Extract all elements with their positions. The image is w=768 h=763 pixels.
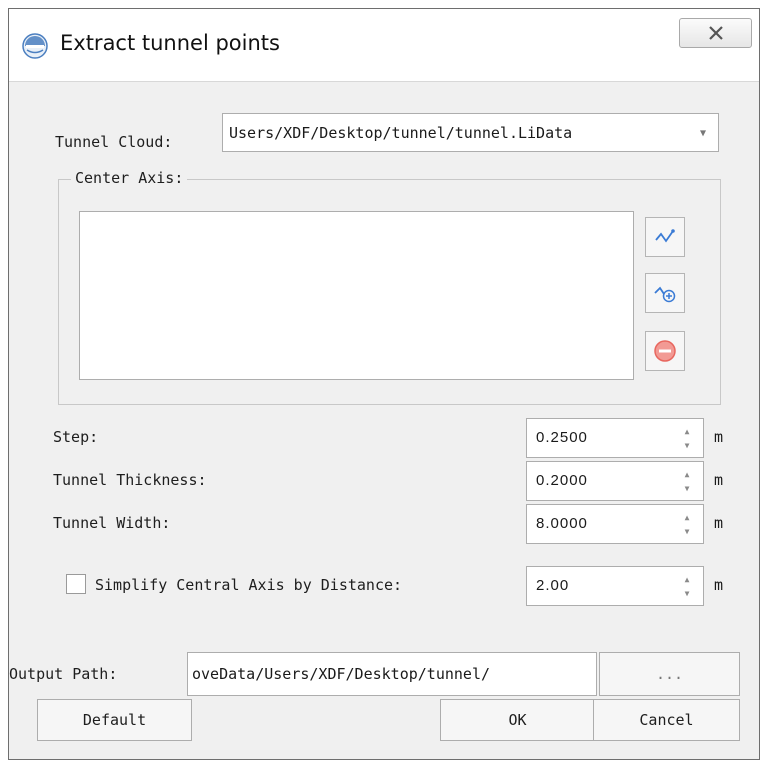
simplify-distance-spinbox[interactable]: 2.00 ▲ ▼	[526, 566, 704, 606]
remove-axis-button[interactable]	[645, 331, 685, 371]
close-button[interactable]	[679, 18, 752, 48]
tunnel-width-label: Tunnel Width:	[53, 514, 171, 532]
simplify-checkbox[interactable]	[66, 574, 86, 594]
simplify-distance-unit: m	[714, 576, 724, 594]
app-logo-icon	[22, 33, 48, 59]
tunnel-thickness-unit: m	[714, 471, 724, 489]
tunnel-thickness-value: 0.2000	[536, 472, 588, 489]
tunnel-width-unit: m	[714, 514, 724, 532]
spin-arrows-icon[interactable]: ▲ ▼	[681, 575, 693, 599]
default-button[interactable]: Default	[37, 699, 192, 741]
tunnel-cloud-label: Tunnel Cloud:	[55, 133, 173, 151]
add-axis-button[interactable]	[645, 273, 685, 313]
simplify-label: Simplify Central Axis by Distance:	[95, 576, 403, 594]
remove-icon	[654, 340, 676, 362]
output-path-input[interactable]: oveData/Users/XDF/Desktop/tunnel/	[187, 652, 597, 696]
dialog-title: Extract tunnel points	[60, 31, 280, 55]
spin-arrows-icon[interactable]: ▲ ▼	[681, 513, 693, 537]
default-button-label: Default	[82, 711, 147, 729]
cancel-button-label: Cancel	[639, 711, 694, 729]
tunnel-thickness-spinbox[interactable]: 0.2000 ▲ ▼	[526, 461, 704, 501]
spin-arrows-icon[interactable]: ▲ ▼	[681, 427, 693, 451]
ok-button-label: OK	[508, 711, 527, 729]
polyline-icon	[655, 229, 675, 243]
close-icon	[708, 26, 723, 40]
step-value: 0.2500	[536, 429, 588, 446]
center-axis-label: Center Axis:	[71, 169, 188, 187]
browse-button[interactable]: ...	[599, 652, 740, 696]
simplify-distance-value: 2.00	[536, 577, 570, 594]
tunnel-thickness-label: Tunnel Thickness:	[53, 471, 207, 489]
step-label: Step:	[53, 428, 99, 446]
tunnel-width-spinbox[interactable]: 8.0000 ▲ ▼	[526, 504, 704, 544]
polyline-add-icon	[654, 286, 676, 303]
ok-button[interactable]: OK	[440, 699, 595, 741]
extract-tunnel-points-dialog: Extract tunnel points Tunnel Cloud: User…	[8, 8, 760, 760]
step-unit: m	[714, 428, 724, 446]
spin-arrows-icon[interactable]: ▲ ▼	[681, 470, 693, 494]
cancel-button[interactable]: Cancel	[593, 699, 740, 741]
center-axis-list[interactable]	[79, 211, 634, 380]
output-path-value: oveData/Users/XDF/Desktop/tunnel/	[192, 665, 491, 683]
chevron-down-icon: ▼	[699, 128, 706, 139]
title-bar[interactable]: Extract tunnel points	[9, 9, 759, 82]
tunnel-cloud-value: Users/XDF/Desktop/tunnel/tunnel.LiData	[229, 124, 573, 142]
output-path-label: Output Path:	[9, 665, 118, 683]
draw-axis-button[interactable]	[645, 217, 685, 257]
browse-button-label: ...	[655, 665, 684, 683]
tunnel-cloud-select[interactable]: Users/XDF/Desktop/tunnel/tunnel.LiData ▼	[222, 113, 719, 152]
step-spinbox[interactable]: 0.2500 ▲ ▼	[526, 418, 704, 458]
tunnel-width-value: 8.0000	[536, 515, 588, 532]
